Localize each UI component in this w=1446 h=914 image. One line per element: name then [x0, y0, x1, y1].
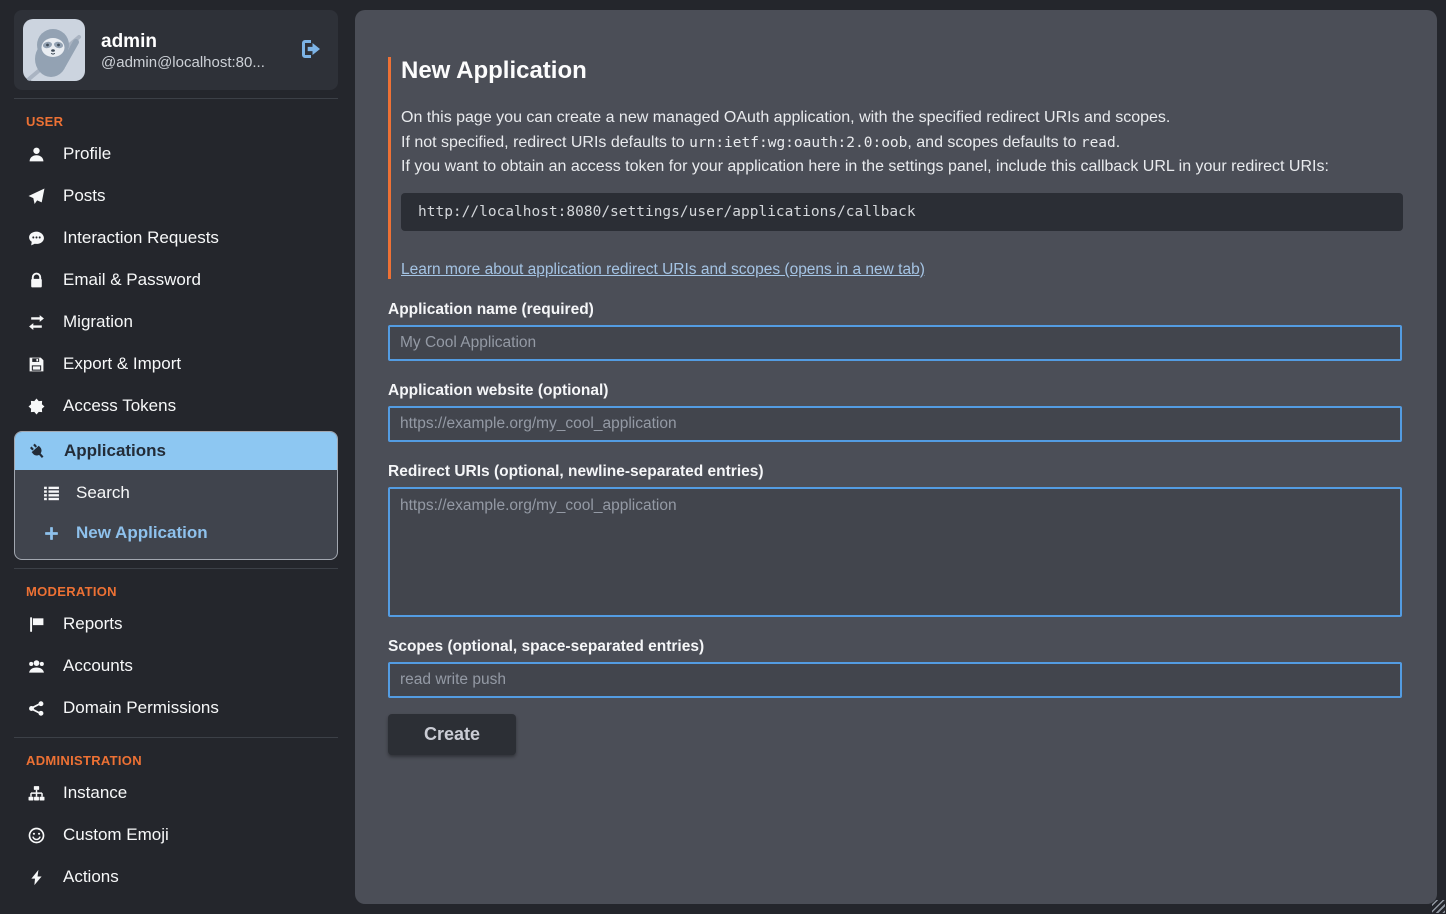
sidebar-divider [14, 737, 338, 738]
sidebar-item-label: Interaction Requests [63, 228, 219, 248]
bolt-icon [26, 869, 46, 886]
sidebar-item-export-import[interactable]: Export & Import [14, 343, 338, 385]
application-website-label: Application website (optional) [388, 382, 1402, 400]
comment-dots-icon [26, 230, 46, 247]
sidebar-item-label: Email & Password [63, 270, 201, 290]
sidebar-item-actions[interactable]: Actions [14, 856, 338, 898]
sidebar-item-email-password[interactable]: Email & Password [14, 259, 338, 301]
callback-url-code-block: http://localhost:8080/settings/user/appl… [401, 193, 1403, 231]
application-name-label: Application name (required) [388, 301, 1402, 319]
sidebar: admin @admin@localhost:80... USER Profil… [0, 0, 352, 914]
user-card: admin @admin@localhost:80... [14, 10, 338, 90]
sidebar-item-applications-search[interactable]: Search [15, 473, 337, 513]
plug-icon [27, 443, 47, 460]
user-icon [26, 146, 46, 163]
intro-line-2: If not specified, redirect URIs defaults… [401, 131, 1402, 156]
sidebar-item-applications-new[interactable]: New Application [15, 513, 337, 553]
inline-code-oob: urn:ietf:wg:oauth:2.0:oob [689, 135, 907, 151]
avatar [23, 19, 85, 81]
plus-icon [41, 525, 61, 542]
sidebar-divider [14, 98, 338, 99]
sidebar-item-migration[interactable]: Migration [14, 301, 338, 343]
sidebar-item-label: New Application [76, 523, 208, 543]
main-panel: New Application On this page you can cre… [355, 10, 1437, 904]
lock-icon [26, 272, 46, 289]
smile-icon [26, 827, 46, 844]
sidebar-item-label: Export & Import [63, 354, 181, 374]
applications-submenu: Search New Application [15, 470, 337, 559]
application-website-input[interactable] [388, 406, 1402, 442]
redirect-uris-textarea[interactable] [388, 487, 1402, 617]
sidebar-item-label: Accounts [63, 656, 133, 676]
paper-plane-icon [26, 188, 46, 205]
sidebar-group-applications: Applications Search New Application [14, 431, 338, 560]
share-nodes-icon [26, 700, 46, 717]
sidebar-item-reports[interactable]: Reports [14, 603, 338, 645]
sign-out-button[interactable] [299, 37, 323, 64]
sidebar-item-interaction-requests[interactable]: Interaction Requests [14, 217, 338, 259]
sidebar-item-label: Search [76, 483, 130, 503]
sidebar-item-label: Migration [63, 312, 133, 332]
sidebar-item-label: Reports [63, 614, 123, 634]
exchange-arrows-icon [26, 314, 46, 331]
scopes-input[interactable] [388, 662, 1402, 698]
scopes-label: Scopes (optional, space-separated entrie… [388, 638, 1402, 656]
section-heading-user: USER [26, 114, 338, 129]
flag-icon [26, 616, 46, 633]
sidebar-item-label: Access Tokens [63, 396, 176, 416]
user-meta: admin @admin@localhost:80... [101, 29, 283, 72]
floppy-disk-icon [26, 356, 46, 373]
section-heading-moderation: MODERATION [26, 584, 338, 599]
intro-line-3: If you want to obtain an access token fo… [401, 155, 1402, 180]
inline-code-read: read [1081, 135, 1116, 151]
learn-more-link[interactable]: Learn more about application redirect UR… [401, 261, 925, 279]
sidebar-item-instance[interactable]: Instance [14, 772, 338, 814]
certificate-icon [26, 398, 46, 415]
sidebar-item-applications[interactable]: Applications [15, 432, 337, 470]
sidebar-divider [14, 568, 338, 569]
sidebar-item-label: Domain Permissions [63, 698, 219, 718]
sidebar-item-label: Instance [63, 783, 127, 803]
intro-line-1: On this page you can create a new manage… [401, 106, 1402, 131]
user-handle: @admin@localhost:80... [101, 54, 283, 71]
sign-out-icon [299, 37, 323, 64]
page-title: New Application [401, 57, 1402, 85]
sidebar-item-label: Actions [63, 867, 119, 887]
sidebar-item-label: Posts [63, 186, 106, 206]
redirect-uris-label: Redirect URIs (optional, newline-separat… [388, 463, 1402, 481]
sitemap-icon [26, 785, 46, 802]
user-name: admin [101, 29, 283, 55]
users-icon [26, 658, 46, 675]
sidebar-item-posts[interactable]: Posts [14, 175, 338, 217]
sidebar-item-label: Applications [64, 441, 166, 461]
window-resize-grip [1432, 900, 1445, 913]
sidebar-item-domain-permissions[interactable]: Domain Permissions [14, 687, 338, 729]
create-button[interactable]: Create [388, 714, 516, 755]
new-application-intro: New Application On this page you can cre… [388, 57, 1402, 279]
list-icon [41, 485, 61, 502]
sidebar-item-access-tokens[interactable]: Access Tokens [14, 385, 338, 427]
application-name-input[interactable] [388, 325, 1402, 361]
section-heading-administration: ADMINISTRATION [26, 753, 338, 768]
sidebar-item-label: Custom Emoji [63, 825, 169, 845]
sidebar-item-custom-emoji[interactable]: Custom Emoji [14, 814, 338, 856]
new-application-form: Application name (required) Application … [388, 301, 1402, 755]
sidebar-item-label: Profile [63, 144, 111, 164]
sidebar-item-profile[interactable]: Profile [14, 133, 338, 175]
sidebar-item-accounts[interactable]: Accounts [14, 645, 338, 687]
